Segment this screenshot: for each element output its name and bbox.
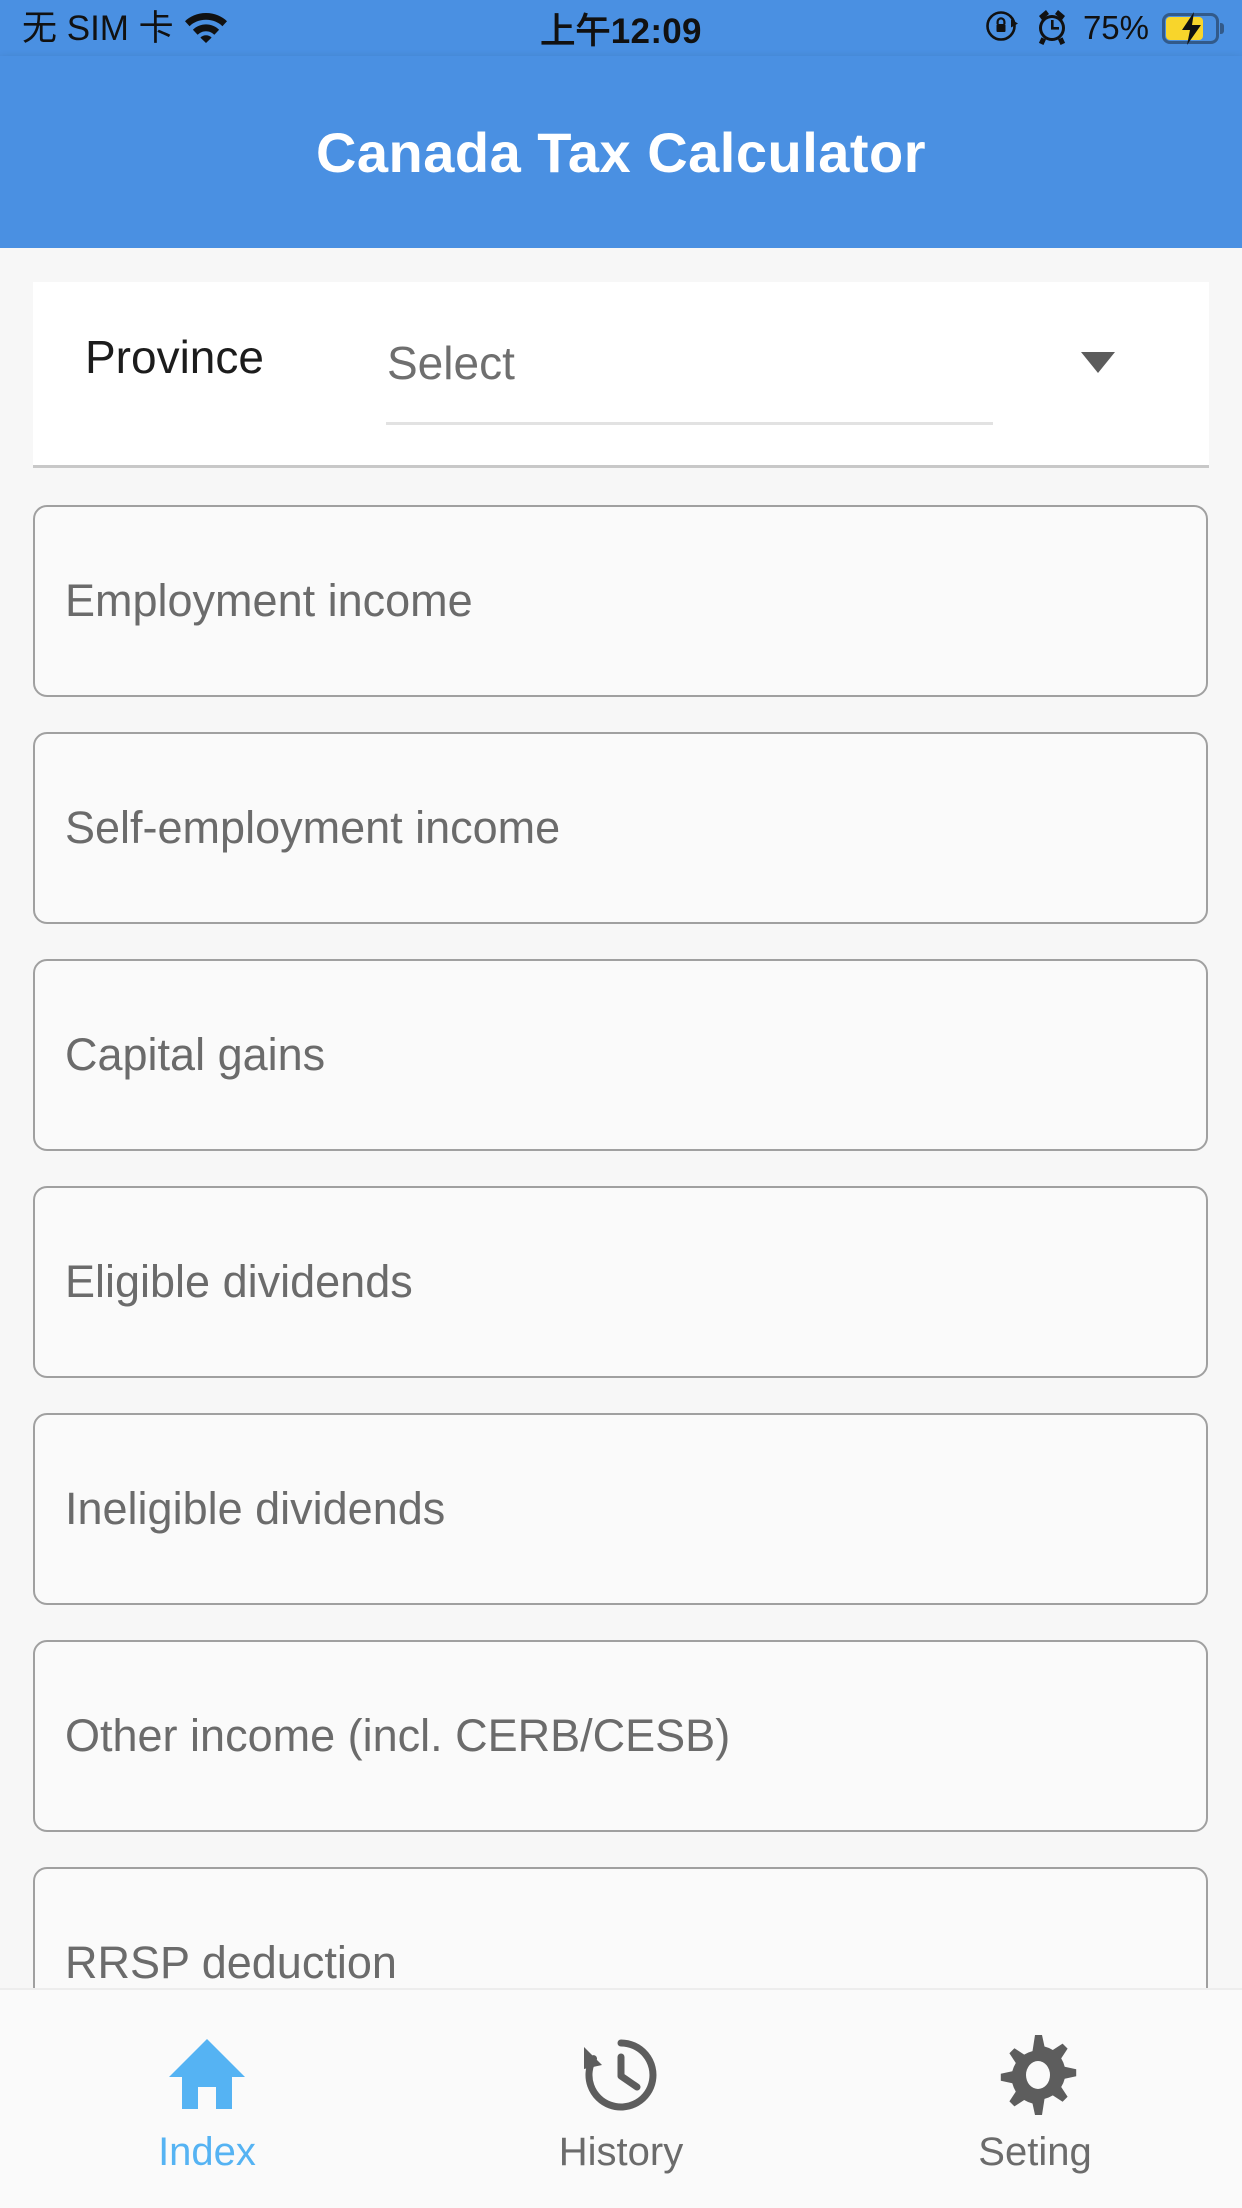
- battery-percent-label: 75%: [1082, 9, 1149, 46]
- tab-index-label: Index: [158, 2130, 256, 2174]
- income-input-4[interactable]: Eligible dividends: [33, 1186, 1208, 1378]
- income-input-2[interactable]: Self-employment income: [33, 732, 1208, 924]
- status-bar: 无 SIM 卡 上午12:09 75%: [0, 0, 1242, 56]
- tab-history-label: History: [558, 2130, 684, 2174]
- income-input-5[interactable]: Ineligible dividends: [33, 1413, 1208, 1605]
- home-icon: [165, 2032, 249, 2118]
- gear-icon: [993, 2032, 1077, 2118]
- chevron-down-icon: [1081, 352, 1115, 373]
- income-input-placeholder: RRSP deduction: [65, 1937, 397, 1988]
- rotation-lock-icon: [983, 7, 1021, 50]
- tab-history[interactable]: History: [414, 1990, 828, 2208]
- income-input-7[interactable]: RRSP deduction: [33, 1867, 1208, 1988]
- form-scroll-area[interactable]: Province Select Employment income Self-em…: [0, 248, 1242, 1988]
- income-input-3[interactable]: Capital gains: [33, 959, 1208, 1151]
- battery-charging-icon: [1162, 11, 1224, 45]
- page-title: Canada Tax Calculator: [315, 120, 927, 184]
- status-bar-right: 75%: [983, 0, 1224, 56]
- income-input-placeholder: Employment income: [65, 575, 473, 626]
- income-input-placeholder: Ineligible dividends: [65, 1483, 446, 1534]
- province-select[interactable]: Select: [361, 322, 1151, 432]
- app-bar: Canada Tax Calculator: [0, 56, 1242, 248]
- income-input-placeholder: Eligible dividends: [65, 1256, 413, 1307]
- province-row: Province Select: [33, 282, 1209, 468]
- app-root: 无 SIM 卡 上午12:09 75% Canada Tax Calculato…: [0, 0, 1242, 2208]
- income-input-6[interactable]: Other income (incl. CERB/CESB): [33, 1640, 1208, 1832]
- clock-label: 上午12:09: [540, 11, 702, 51]
- alarm-clock-icon: [1034, 7, 1070, 50]
- province-select-underline: [386, 422, 993, 425]
- tab-setting-label: Seting: [978, 2130, 1092, 2174]
- tab-setting[interactable]: Seting: [828, 1990, 1242, 2208]
- income-input-placeholder: Self-employment income: [65, 802, 561, 853]
- tab-index[interactable]: Index: [0, 1990, 414, 2208]
- income-input-1[interactable]: Employment income: [33, 505, 1208, 697]
- province-select-value: Select: [387, 337, 515, 389]
- history-clock-icon: [580, 2032, 662, 2118]
- bottom-tab-bar: Index History Seting: [0, 1988, 1242, 2208]
- income-input-placeholder: Capital gains: [65, 1029, 326, 1080]
- income-input-placeholder: Other income (incl. CERB/CESB): [65, 1710, 731, 1761]
- province-label: Province: [85, 331, 264, 383]
